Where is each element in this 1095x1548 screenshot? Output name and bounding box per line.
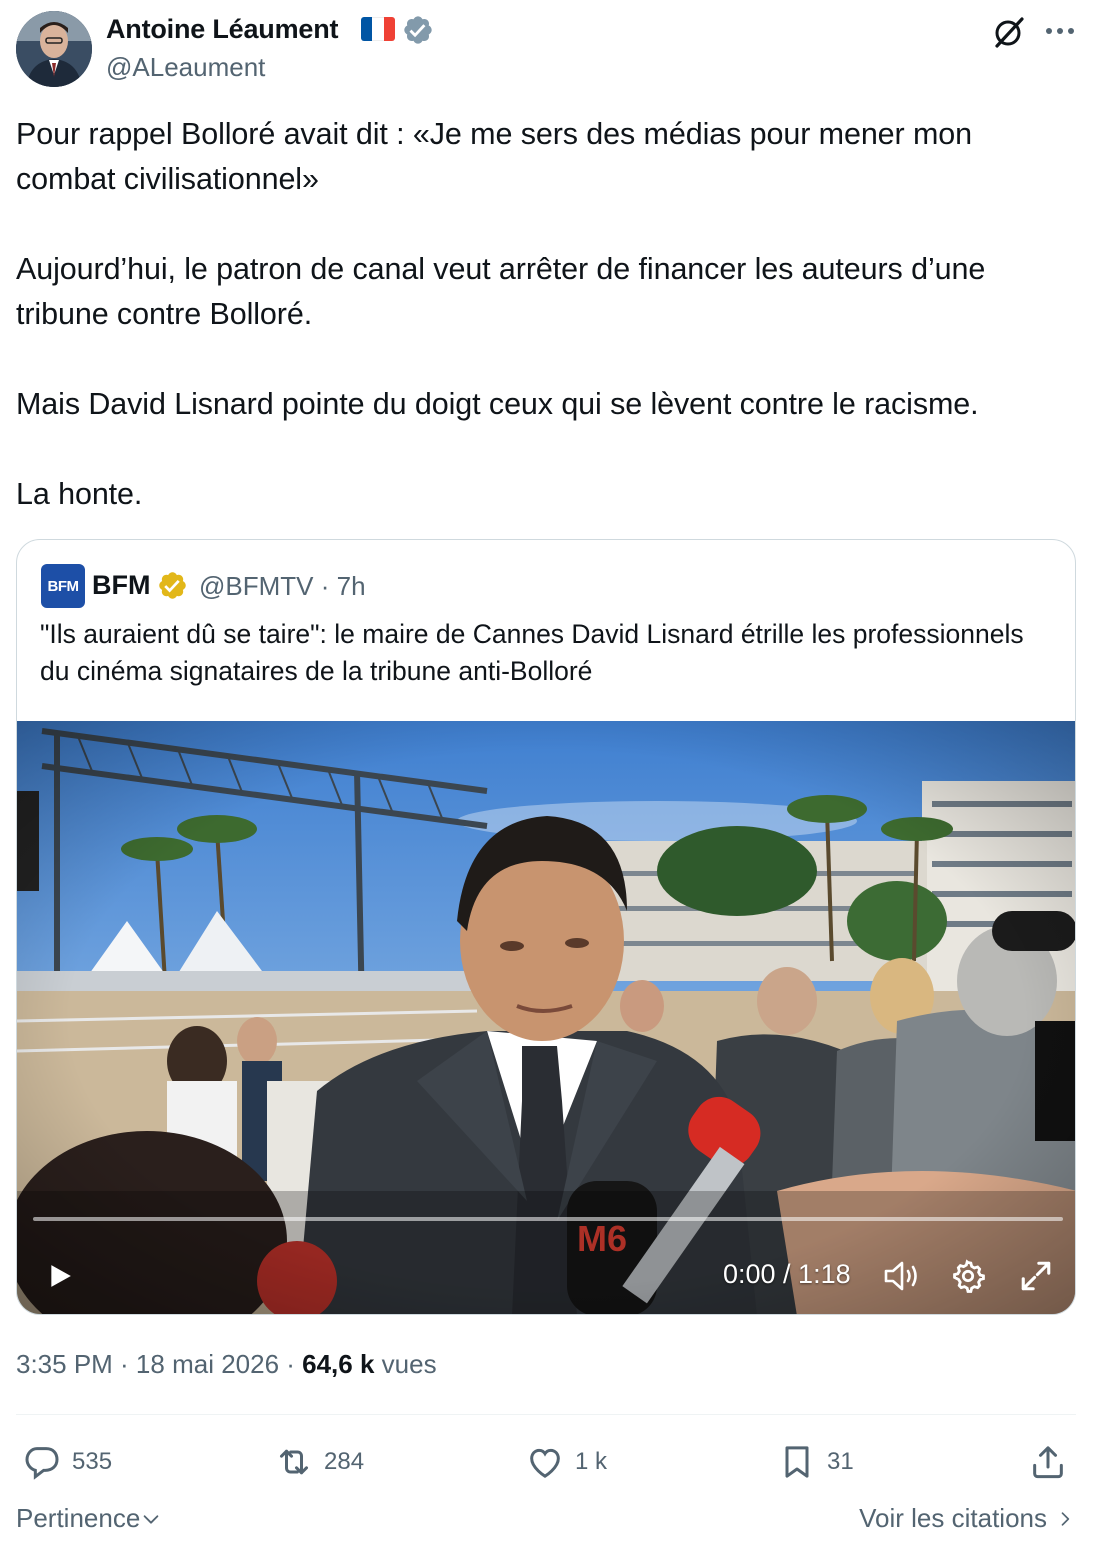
view-quotes-label: Voir les citations — [859, 1503, 1047, 1533]
author-avatar[interactable] — [16, 11, 92, 87]
verified-icon — [404, 16, 432, 44]
quote-author-name[interactable]: BFM — [92, 570, 150, 601]
like-icon — [530, 1448, 560, 1478]
divider — [16, 1414, 1076, 1415]
sort-dropdown[interactable]: Pertinence — [16, 1503, 162, 1534]
repost-button[interactable]: 284 — [274, 1440, 364, 1484]
tweet-paragraph: Mais David Lisnard pointe du doigt ceux … — [16, 387, 979, 421]
repost-count: 284 — [324, 1448, 365, 1475]
view-quotes-link[interactable]: Voir les citations — [859, 1503, 1075, 1534]
reply-count: 535 — [72, 1448, 113, 1475]
bookmark-count: 31 — [827, 1448, 854, 1475]
bookmark-icon — [785, 1446, 809, 1478]
volume-icon[interactable] — [883, 1259, 921, 1293]
tweet-timestamp[interactable]: 3:35 PM · 18 mai 2026 · — [16, 1349, 302, 1379]
views-label: vues — [374, 1349, 437, 1379]
quote-text: "Ils auraient dû se taire": le maire de … — [40, 619, 1024, 686]
video-frame: M6 — [17, 721, 1075, 1314]
play-icon[interactable] — [47, 1263, 73, 1289]
verified-icon — [159, 572, 186, 599]
gear-icon[interactable] — [951, 1259, 985, 1293]
like-count: 1 k — [575, 1448, 608, 1475]
tweet-paragraph: Pour rappel Bolloré avait dit : «Je me s… — [16, 117, 973, 196]
author-name[interactable]: Antoine Léaument — [106, 14, 339, 45]
reply-button[interactable]: 535 — [22, 1440, 112, 1484]
quote-handle-time: @BFMTV · 7h — [199, 571, 366, 601]
share-icon — [1033, 1446, 1063, 1479]
fullscreen-icon[interactable] — [1019, 1259, 1053, 1293]
tweet-paragraph: La honte. — [16, 477, 143, 511]
author-handle[interactable]: @ALeaument — [106, 52, 265, 83]
share-button[interactable] — [1028, 1440, 1068, 1484]
like-button[interactable]: 1 k — [525, 1440, 607, 1484]
sort-label: Pertinence — [16, 1503, 141, 1533]
quoted-tweet[interactable]: BFM BFM @BFMTV · 7h "Ils auraient dû se … — [16, 539, 1076, 1315]
grok-icon[interactable] — [991, 14, 1027, 50]
video-time: 0:00 / 1:18 — [723, 1259, 851, 1289]
bfm-logo[interactable]: BFM — [41, 564, 85, 608]
tweet-meta: 3:35 PM · 18 mai 2026 · 64,6 k vues — [16, 1349, 437, 1380]
bookmark-button[interactable]: 31 — [777, 1440, 854, 1484]
tweet-paragraph: Aujourd’hui, le patron de canal veut arr… — [16, 252, 986, 331]
view-count: 64,6 k — [302, 1349, 375, 1379]
repost-icon — [280, 1449, 308, 1475]
video-progress-bar[interactable] — [33, 1217, 1063, 1221]
more-icon[interactable] — [1044, 22, 1076, 40]
reply-icon — [25, 1447, 59, 1480]
france-flag-icon — [361, 17, 395, 41]
video-player[interactable]: M6 0:00 / 1:18 — [17, 721, 1075, 1314]
chevron-down-icon — [143, 1514, 159, 1524]
chevron-right-icon — [1061, 1511, 1070, 1526]
